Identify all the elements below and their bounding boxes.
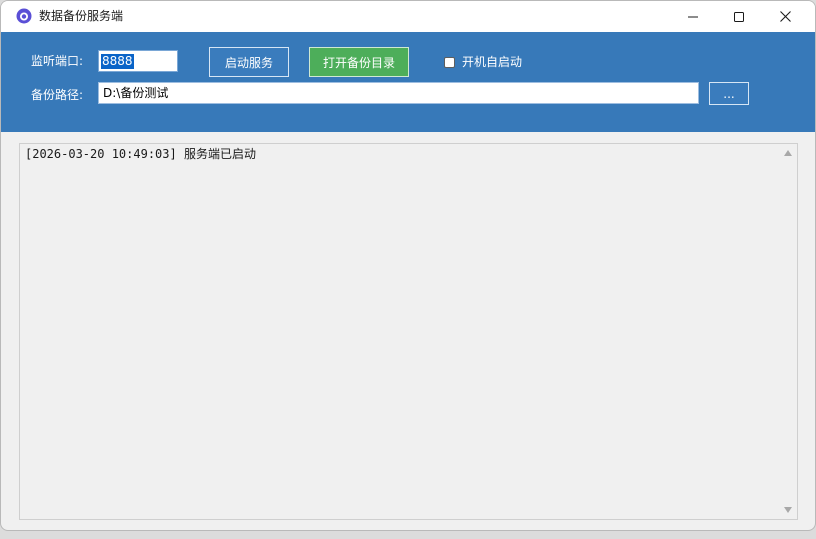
scroll-down-arrow-icon[interactable] xyxy=(784,507,792,513)
app-logo-icon xyxy=(16,8,32,24)
minimize-icon xyxy=(688,16,698,17)
open-backup-dir-button[interactable]: 打开备份目录 xyxy=(309,47,409,77)
scroll-up-arrow-icon[interactable] xyxy=(784,150,792,156)
vertical-scrollbar[interactable] xyxy=(780,144,797,519)
maximize-button[interactable] xyxy=(716,1,762,32)
window-title: 数据备份服务端 xyxy=(39,9,124,23)
path-label: 备份路径: xyxy=(31,88,84,102)
close-button[interactable] xyxy=(762,1,808,32)
start-service-button[interactable]: 启动服务 xyxy=(209,47,289,77)
port-value: 8888 xyxy=(101,53,134,69)
close-icon xyxy=(779,11,791,22)
log-textbox[interactable]: [2026-03-20 10:49:03] 服务端已启动 xyxy=(19,143,798,520)
backup-path-input[interactable]: D:\备份测试 xyxy=(98,82,699,104)
port-input[interactable]: 8888 xyxy=(98,50,178,72)
app-window: 数据备份服务端 监听端口: 8888 启动服务 打开备份目录 开机自启动 备份路 xyxy=(0,0,816,531)
browse-button[interactable]: ... xyxy=(709,82,749,105)
maximize-icon xyxy=(734,11,744,22)
port-label: 监听端口: xyxy=(31,54,84,68)
config-panel: 监听端口: 8888 启动服务 打开备份目录 开机自启动 备份路径: D:\备份… xyxy=(1,32,815,132)
log-line: [2026-03-20 10:49:03] 服务端已启动 xyxy=(25,147,256,161)
autostart-checkbox[interactable] xyxy=(444,57,455,68)
autostart-label[interactable]: 开机自启动 xyxy=(462,54,522,70)
title-bar[interactable]: 数据备份服务端 xyxy=(1,1,815,32)
minimize-button[interactable] xyxy=(670,1,716,32)
